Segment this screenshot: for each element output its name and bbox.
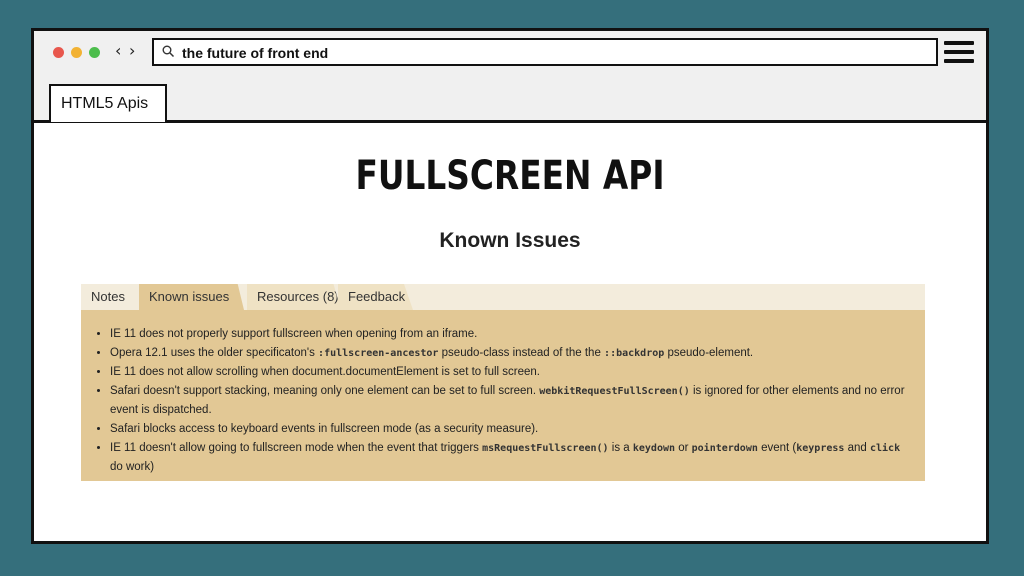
code-snippet: :fullscreen-ancestor <box>318 348 439 359</box>
search-icon <box>162 45 175 58</box>
issue-text: IE 11 doesn't allow going to fullscreen … <box>110 442 483 454</box>
issue-item: IE 11 does not allow scrolling when docu… <box>110 363 905 382</box>
minimize-window-dot[interactable] <box>71 47 82 58</box>
issue-text: Safari doesn't support stacking, meaning… <box>110 385 540 397</box>
code-snippet: click <box>869 443 901 454</box>
issue-text: do work) <box>110 461 155 473</box>
issue-text: event ( <box>757 442 797 454</box>
issue-item: IE 11 does not properly support fullscre… <box>110 325 905 344</box>
issue-text: and <box>844 442 870 454</box>
tab-resources[interactable]: Resources (8) <box>247 284 341 310</box>
page-subtitle: Known Issues <box>439 229 581 252</box>
code-snippet: keydown <box>632 443 676 454</box>
address-text: the future of front end <box>182 45 329 61</box>
browser-chrome: ‹ › the future of front end HTML5 Apis <box>34 31 986 123</box>
panel-tabbar: Notes Known issues (6) Resources (8) Fee… <box>81 284 925 310</box>
issue-text: or <box>675 442 692 454</box>
close-window-dot[interactable] <box>53 47 64 58</box>
browser-tab[interactable]: HTML5 Apis <box>49 84 167 122</box>
issue-item: IE 11 doesn't allow going to fullscreen … <box>110 439 905 477</box>
issue-text: Opera 12.1 uses the older specificaton's <box>110 347 319 359</box>
issue-text: IE 11 does not properly support fullscre… <box>110 328 478 340</box>
code-snippet: pointerdown <box>691 443 758 454</box>
issues-list: IE 11 does not properly support fullscre… <box>93 325 905 477</box>
issue-item: Safari doesn't support stacking, meaning… <box>110 382 905 420</box>
issues-panel: Notes Known issues (6) Resources (8) Fee… <box>81 284 925 481</box>
issue-text: Safari blocks access to keyboard events … <box>110 423 539 435</box>
issue-item: Safari blocks access to keyboard events … <box>110 420 905 439</box>
maximize-window-dot[interactable] <box>89 47 100 58</box>
code-snippet: webkitRequestFullScreen() <box>539 386 690 397</box>
forward-arrow-icon[interactable]: › <box>129 41 135 61</box>
issue-text: IE 11 does not allow scrolling when docu… <box>110 366 540 378</box>
issue-item: Opera 12.1 uses the older specificaton's… <box>110 344 905 363</box>
tab-notes[interactable]: Notes <box>81 284 139 310</box>
issue-text: pseudo-element. <box>664 347 754 359</box>
address-bar[interactable]: the future of front end <box>152 38 938 66</box>
code-snippet: ::backdrop <box>604 348 665 359</box>
browser-window: ‹ › the future of front end HTML5 Apis F… <box>31 28 989 544</box>
code-snippet: keypress <box>796 443 845 454</box>
hamburger-menu-icon[interactable] <box>944 41 974 68</box>
issue-text: pseudo-class instead of the the <box>438 347 605 359</box>
tab-known-issues[interactable]: Known issues (6) <box>139 284 244 310</box>
issue-text: is a <box>608 442 633 454</box>
page-title: FULLSCREEN API <box>355 153 665 199</box>
code-snippet: msRequestFullscreen() <box>482 443 609 454</box>
back-arrow-icon[interactable]: ‹ <box>115 41 121 61</box>
issues-content: IE 11 does not properly support fullscre… <box>81 310 925 481</box>
tab-feedback[interactable]: Feedback <box>338 284 413 310</box>
